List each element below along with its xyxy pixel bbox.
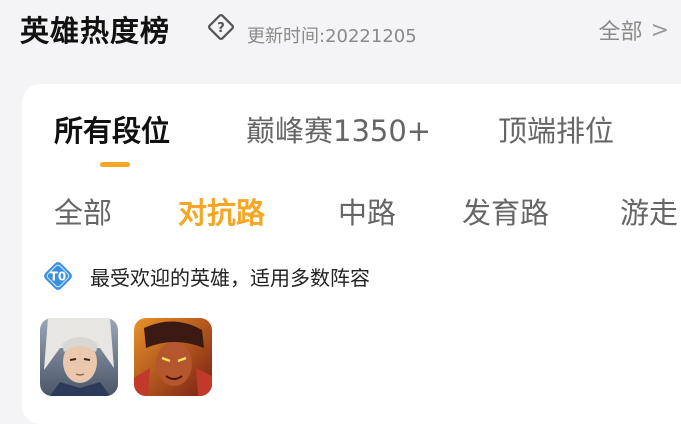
tab-peak-1350[interactable]: 巅峰赛1350+ [246, 108, 431, 150]
popular-heroes-header: T0 最受欢迎的英雄，适用多数阵容 [40, 258, 370, 294]
rank-tabs: 所有段位 巅峰赛1350+ 顶端排位 [22, 84, 681, 174]
help-icon[interactable]: ? [206, 12, 236, 42]
tab-lane-all[interactable]: 全部 [54, 190, 112, 232]
chevron-right-icon: > [650, 17, 669, 43]
hero-avatar[interactable] [40, 318, 118, 396]
tab-lane-mid[interactable]: 中路 [338, 190, 396, 232]
hero-portrait-red-warrior-icon [134, 318, 212, 396]
popular-heroes-text: 最受欢迎的英雄，适用多数阵容 [90, 265, 370, 290]
tab-all-ranks[interactable]: 所有段位 [54, 108, 170, 150]
t0-badge-icon: T0 [44, 262, 72, 290]
page-header: 英雄热度榜 ? 更新时间:20221205 全部 > [0, 0, 681, 70]
hero-avatar[interactable] [134, 318, 212, 396]
all-link-label: 全部 [598, 20, 643, 45]
update-time: 更新时间:20221205 [247, 26, 417, 47]
active-tab-indicator [100, 162, 130, 167]
tab-lane-clash[interactable]: 对抗路 [178, 190, 265, 232]
svg-text:T0: T0 [50, 270, 67, 284]
tab-lane-roam[interactable]: 游走 [620, 190, 678, 232]
tab-top-rank[interactable]: 顶端排位 [498, 108, 614, 150]
page-title: 英雄热度榜 [20, 14, 171, 48]
svg-text:?: ? [217, 21, 225, 36]
all-link[interactable]: 全部 > [599, 14, 669, 46]
tab-lane-farm[interactable]: 发育路 [462, 190, 549, 232]
ranking-card: 所有段位 巅峰赛1350+ 顶端排位 全部 对抗路 中路 发育路 游走 T0 最… [22, 84, 681, 424]
hero-portrait-white-hair-icon [40, 318, 118, 396]
